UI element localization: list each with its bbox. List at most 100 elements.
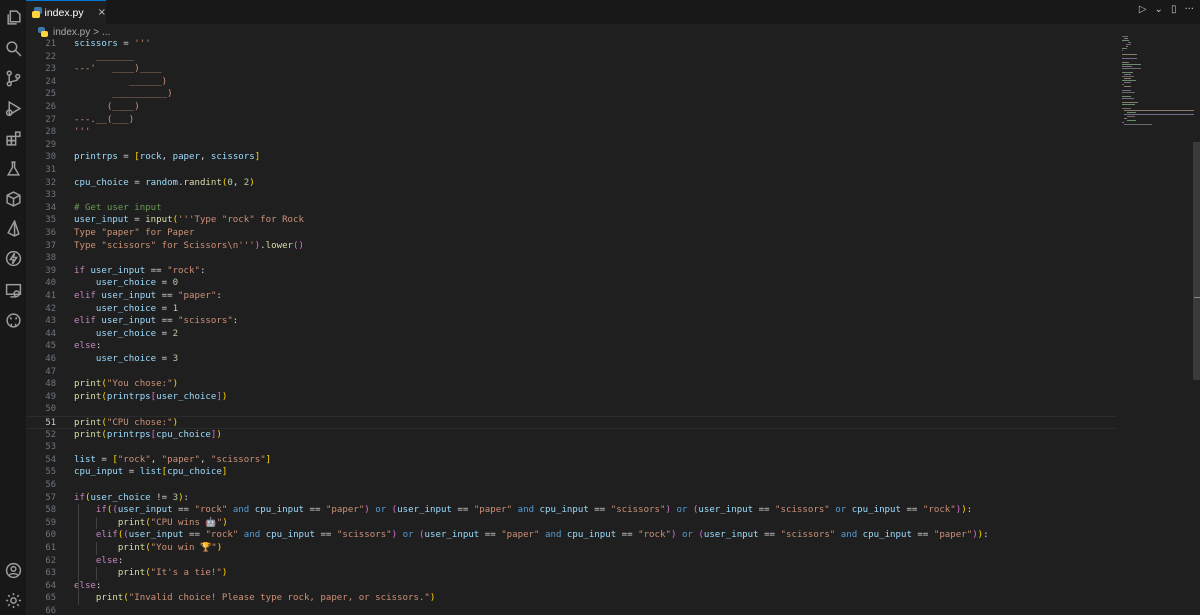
code-line[interactable]: 57 if(user_choice != 3):: [26, 492, 1116, 505]
more-actions-icon[interactable]: ···: [1184, 4, 1194, 15]
minimap-line: [1126, 116, 1136, 117]
line-number: 36: [45, 228, 56, 238]
minimap-line: [1122, 90, 1131, 91]
explorer-icon[interactable]: [3, 7, 23, 27]
code-text: if((user_input == "rock" and cpu_input =…: [95, 505, 973, 516]
code-line[interactable]: 64 else:: [26, 580, 1116, 593]
code-line[interactable]: 53: [26, 441, 1116, 454]
code-line[interactable]: 66: [26, 605, 1116, 615]
indent-guide: [96, 567, 97, 580]
code-text: ---.__(___): [74, 114, 135, 125]
code-line[interactable]: 33: [26, 189, 1116, 202]
code-line[interactable]: 43 elif user_input == "scissors":: [26, 315, 1116, 328]
code-line[interactable]: 28 ''': [26, 126, 1116, 139]
settings-gear-icon[interactable]: [3, 590, 23, 610]
code-line[interactable]: 35 user_input = input('''Type "rock" for …: [26, 214, 1116, 227]
code-line[interactable]: 32 cpu_choice = random.randint(0, 2): [26, 177, 1116, 190]
code-line[interactable]: 54 list = ["rock", "paper", "scissors"]: [26, 454, 1116, 467]
code-line[interactable]: 26 (____): [26, 101, 1116, 114]
python-file-icon: [31, 7, 42, 18]
code-line[interactable]: 65 print("Invalid choice! Please type ro…: [26, 592, 1116, 605]
code-line[interactable]: 55 cpu_input = list[cpu_choice]: [26, 466, 1116, 479]
prisma-icon[interactable]: [3, 218, 23, 238]
code-line[interactable]: 48 print("You chose:"): [26, 378, 1116, 391]
code-line[interactable]: 62 else:: [26, 555, 1116, 568]
code-editor[interactable]: 21 scissors = ''' 22 _______ 23 ---' ____)__…: [26, 38, 1116, 615]
run-icon[interactable]: ▷: [1139, 4, 1147, 15]
line-number: 43: [45, 316, 56, 327]
code-line[interactable]: 25 __________): [26, 88, 1116, 101]
account-icon[interactable]: [3, 560, 23, 580]
code-line[interactable]: 50: [26, 403, 1116, 416]
code-line[interactable]: 41 elif user_input == "paper":: [26, 290, 1116, 303]
remote-explorer-icon[interactable]: [3, 280, 23, 300]
search-icon[interactable]: [3, 38, 23, 58]
line-number: 40: [45, 278, 56, 289]
code-line[interactable]: 44 user_choice = 2: [26, 328, 1116, 341]
breadcrumb-more[interactable]: ...: [102, 27, 110, 38]
code-line[interactable]: 60 elif((user_input == "rock" and cpu_in…: [26, 529, 1116, 542]
code-line[interactable]: 63 print("It's a tie!"): [26, 567, 1116, 580]
code-line[interactable]: 38: [26, 252, 1116, 265]
minimap-line: [1122, 54, 1138, 55]
github-icon[interactable]: [3, 310, 23, 330]
code-line[interactable]: 23 ---' ____)____: [26, 63, 1116, 76]
line-number: 25: [45, 89, 56, 100]
split-editor-icon[interactable]: ▯: [1171, 4, 1177, 15]
lightning-icon[interactable]: [3, 248, 23, 268]
line-number: 44: [45, 328, 56, 339]
line-number: 45: [45, 341, 56, 352]
code-line[interactable]: 51 print("CPU chose:"): [26, 416, 1116, 429]
line-number: 58: [45, 505, 56, 516]
code-line[interactable]: 27 ---.__(___): [26, 114, 1116, 127]
line-number: 50: [45, 404, 56, 415]
minimap-line: [1122, 72, 1133, 73]
tab-label: index.py: [44, 6, 84, 19]
breadcrumb-file[interactable]: index.py: [53, 27, 90, 38]
code-line[interactable]: 59 print("CPU wins 🤖"): [26, 517, 1116, 530]
minimap[interactable]: [1122, 36, 1195, 126]
extensions-icon[interactable]: [3, 128, 23, 148]
line-number: 48: [45, 379, 56, 390]
code-line[interactable]: 56: [26, 479, 1116, 492]
line-number: 21: [45, 39, 56, 49]
vertical-scrollbar[interactable]: [1193, 142, 1200, 380]
run-debug-icon[interactable]: [3, 98, 23, 118]
code-line[interactable]: 24 ______): [26, 76, 1116, 89]
code-line[interactable]: 30 printrps = [rock, paper, scissors]: [26, 151, 1116, 164]
code-line[interactable]: 37 Type "scissors" for Scissors\n''').low…: [26, 240, 1116, 253]
minimap-line: [1122, 84, 1125, 85]
code-line[interactable]: 22 _______: [26, 51, 1116, 64]
code-text: # Get user input: [74, 202, 162, 213]
code-text: ''': [74, 127, 91, 138]
code-line[interactable]: 47: [26, 366, 1116, 379]
code-line[interactable]: 40 user_choice = 0: [26, 277, 1116, 290]
code-line[interactable]: 46 user_choice = 3: [26, 353, 1116, 366]
code-line[interactable]: 49 print(printrps[user_choice]): [26, 391, 1116, 404]
code-line[interactable]: 39 if user_input == "rock":: [26, 265, 1116, 278]
code-line[interactable]: 21 scissors = ''': [26, 38, 1116, 51]
code-line[interactable]: 52 print(printrps[cpu_choice]): [26, 429, 1116, 442]
source-control-icon[interactable]: [3, 68, 23, 88]
chevron-down-icon[interactable]: ⌄: [1155, 4, 1163, 15]
code-line[interactable]: 36 Type "paper" for Paper: [26, 227, 1116, 240]
code-line[interactable]: 42 user_choice = 1: [26, 303, 1116, 316]
code-line[interactable]: 58 if((user_input == "rock" and cpu_inpu…: [26, 504, 1116, 517]
minimap-line: [1124, 38, 1128, 39]
code-line[interactable]: 34 # Get user input: [26, 202, 1116, 215]
code-text: else:: [95, 555, 124, 566]
code-line[interactable]: 61 print("You win 🏆"): [26, 542, 1116, 555]
testing-icon[interactable]: [3, 158, 23, 178]
code-line[interactable]: 31: [26, 164, 1116, 177]
line-number: 30: [45, 152, 56, 163]
minimap-line: [1122, 104, 1135, 105]
line-number: 39: [45, 265, 56, 276]
line-number: 64: [45, 580, 56, 591]
close-icon[interactable]: ×: [98, 7, 106, 18]
code-line[interactable]: 45 else:: [26, 340, 1116, 353]
indent-guide: [96, 542, 97, 555]
minimap-line: [1122, 108, 1132, 109]
tab-index-py[interactable]: index.py ×: [26, 0, 106, 24]
code-line[interactable]: 29: [26, 139, 1116, 152]
package-icon[interactable]: [3, 188, 23, 208]
